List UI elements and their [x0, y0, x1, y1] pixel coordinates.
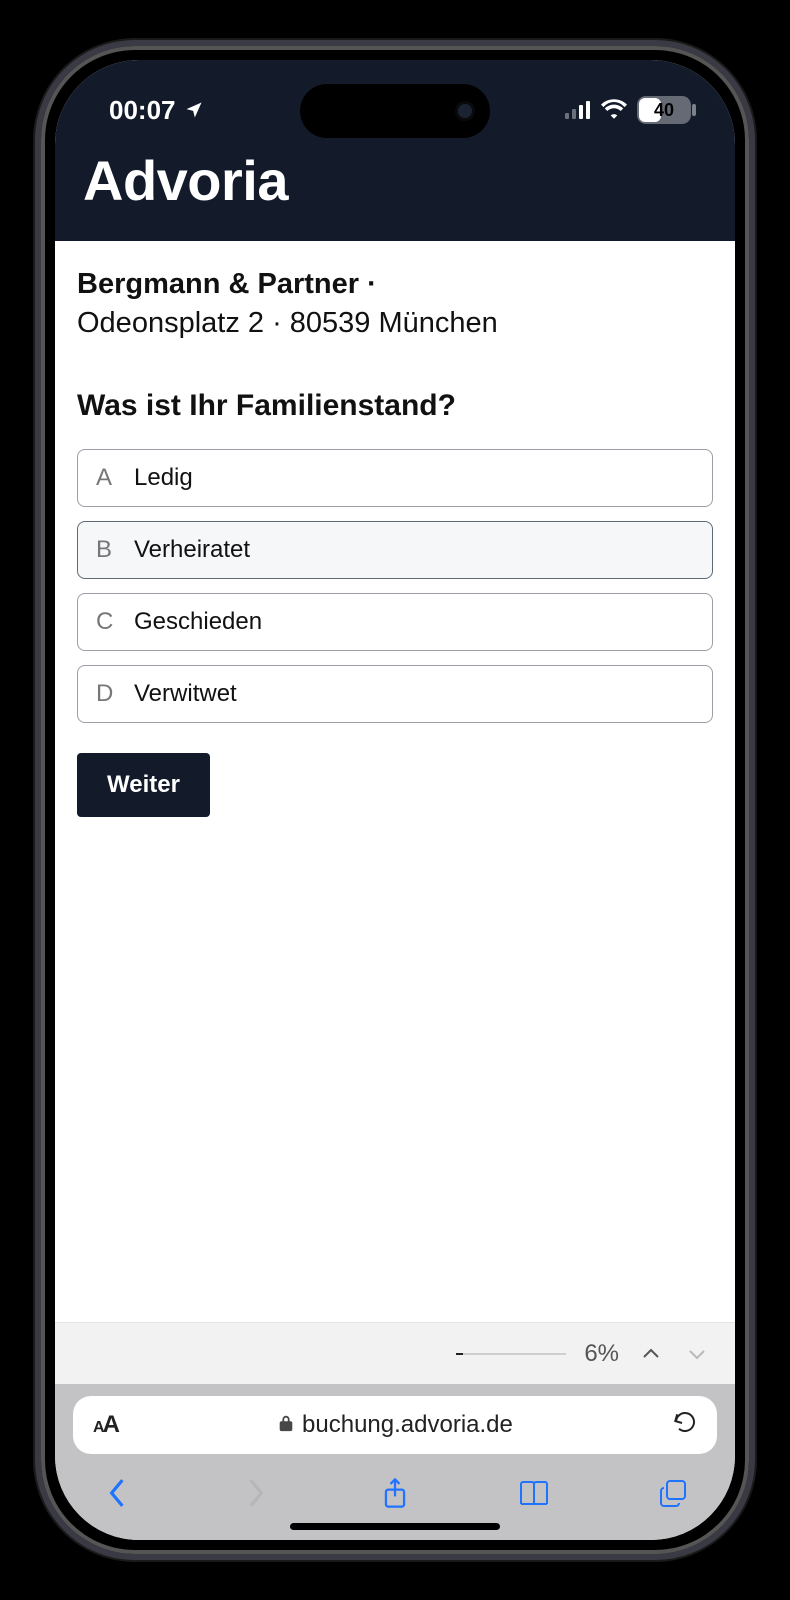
option-letter: B: [96, 536, 118, 564]
next-question-button[interactable]: [683, 1340, 711, 1368]
lock-icon: [278, 1411, 294, 1439]
option-label: Ledig: [134, 464, 193, 492]
option-label: Geschieden: [134, 608, 262, 636]
firm-separator: ·: [367, 268, 377, 300]
option-letter: C: [96, 608, 118, 636]
continue-button[interactable]: Weiter: [77, 753, 210, 817]
option-letter: A: [96, 464, 118, 492]
options-list: A Ledig B Verheiratet C Geschieden D Ver…: [77, 449, 713, 723]
screen: 00:07: [55, 60, 735, 1540]
status-time: 00:07: [109, 95, 176, 126]
share-button[interactable]: [375, 1473, 415, 1513]
firm-name: Bergmann & Partner: [77, 268, 359, 300]
location-icon: [184, 100, 204, 120]
option-b[interactable]: B Verheiratet: [77, 521, 713, 579]
option-d[interactable]: D Verwitwet: [77, 665, 713, 723]
option-a[interactable]: A Ledig: [77, 449, 713, 507]
question-heading: Was ist Ihr Familienstand?: [77, 389, 713, 423]
home-indicator[interactable]: [290, 1523, 500, 1530]
progress-percent: 6%: [584, 1340, 619, 1368]
app-title: Advoria: [55, 140, 735, 241]
option-letter: D: [96, 680, 118, 708]
reload-button[interactable]: [673, 1410, 697, 1441]
bookmarks-button[interactable]: [514, 1473, 554, 1513]
option-label: Verheiratet: [134, 536, 250, 564]
tabs-button[interactable]: [653, 1473, 693, 1513]
wifi-icon: [601, 95, 627, 126]
battery-indicator: 40: [637, 96, 691, 124]
progress-strip: 6%: [55, 1322, 735, 1384]
prev-question-button[interactable]: [637, 1340, 665, 1368]
progress-bar: [456, 1353, 566, 1355]
url-domain: buchung.advoria.de: [302, 1411, 513, 1439]
text-size-button[interactable]: AA: [93, 1411, 118, 1439]
forward-button[interactable]: [236, 1473, 276, 1513]
form-content: Bergmann & Partner · Odeonsplatz 2 · 805…: [55, 241, 735, 1322]
url-bar[interactable]: AA buchung.advoria.de: [73, 1396, 717, 1454]
option-c[interactable]: C Geschieden: [77, 593, 713, 651]
dynamic-island: [300, 84, 490, 138]
browser-chrome: AA buchung.advoria.de: [55, 1384, 735, 1540]
option-label: Verwitwet: [134, 680, 237, 708]
battery-percent: 40: [654, 100, 674, 121]
back-button[interactable]: [97, 1473, 137, 1513]
firm-address: Odeonsplatz 2 · 80539 München: [77, 307, 498, 339]
firm-info: Bergmann & Partner · Odeonsplatz 2 · 805…: [77, 265, 713, 343]
cellular-icon: [565, 95, 591, 126]
phone-frame: 00:07: [35, 40, 755, 1560]
